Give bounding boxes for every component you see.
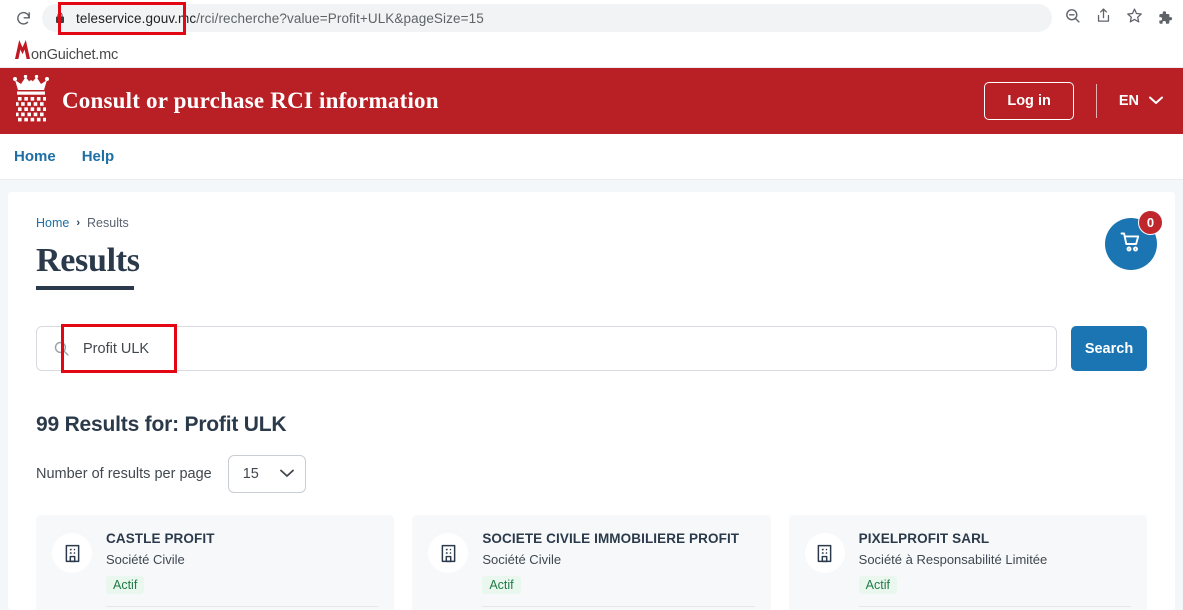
cart-count-badge: 0 [1138, 210, 1163, 235]
url-host: teleservice.gouv.mc [76, 10, 197, 26]
search-field[interactable] [36, 326, 1057, 371]
building-icon [52, 533, 92, 573]
result-card-body: SOCIETE CIVILE IMMOBILIERE PROFIT Sociét… [482, 531, 755, 607]
result-card-divider [482, 606, 755, 607]
browser-actions [1052, 7, 1143, 29]
per-page-select[interactable]: 15 [227, 455, 306, 493]
monguichet-logo[interactable]: onGuichet.mc [14, 40, 118, 63]
result-card-type: Société à Responsabilité Limitée [858, 552, 1048, 567]
result-card-divider [106, 606, 379, 607]
share-icon[interactable] [1095, 7, 1112, 29]
result-card[interactable]: PIXELPROFIT SARL Société à Responsabilit… [788, 515, 1147, 610]
per-page-value: 15 [242, 466, 259, 482]
breadcrumb-separator-icon: › [76, 217, 81, 229]
per-page-row: Number of results per page 15 [36, 455, 1147, 493]
page-title: Results [36, 242, 140, 279]
login-button[interactable]: Log in [984, 82, 1074, 120]
monguichet-m-mark-icon [14, 40, 31, 59]
chevron-down-icon [279, 466, 294, 482]
site-title: Consult or purchase RCI information [62, 88, 439, 113]
result-card-type: Société Civile [106, 552, 185, 567]
main-navigation: Home Help [0, 134, 1183, 180]
page-background: Home › Results Results 0 Profit ULK Sear… [0, 180, 1183, 610]
language-label: EN [1118, 93, 1139, 109]
results-grid: CASTLE PROFIT Société Civile Actif SOCIE… [36, 515, 1147, 610]
lock-icon [54, 11, 66, 25]
result-card-body: PIXELPROFIT SARL Société à Responsabilit… [858, 531, 1131, 607]
extensions-puzzle-icon[interactable] [1155, 9, 1173, 27]
nav-item-help[interactable]: Help [82, 148, 115, 165]
cart-widget: 0 [1105, 210, 1163, 270]
result-card[interactable]: CASTLE PROFIT Société Civile Actif [36, 515, 395, 610]
breadcrumb-current: Results [87, 216, 129, 230]
result-card-type: Société Civile [482, 552, 562, 567]
building-icon [804, 533, 845, 573]
page-title-underline [36, 286, 134, 290]
content-panel: Home › Results Results 0 Profit ULK Sear… [8, 192, 1175, 610]
address-bar[interactable]: teleservice.gouv.mc/rci/recherche?value=… [42, 4, 1052, 32]
result-card-status-badge: Actif [482, 576, 521, 594]
site-header: Consult or purchase RCI information Log … [0, 68, 1183, 134]
result-card-divider [858, 606, 1131, 607]
shopping-cart-icon [1119, 230, 1143, 259]
search-icon [53, 340, 70, 357]
monaco-crown-crest-icon [12, 74, 50, 127]
monguichet-wordmark: onGuichet.mc [31, 47, 119, 63]
language-selector[interactable]: EN [1119, 93, 1163, 109]
per-page-label: Number of results per page [36, 466, 212, 482]
result-card-name: CASTLE PROFIT [106, 531, 215, 546]
result-card-body: CASTLE PROFIT Société Civile Actif [106, 531, 379, 607]
breadcrumb: Home › Results [36, 216, 1147, 230]
url-path: /rci/recherche?value=Profit+ULK&pageSize… [196, 10, 484, 26]
result-card-status-badge: Actif [858, 576, 897, 594]
reload-icon[interactable] [10, 5, 36, 31]
url-text: teleservice.gouv.mc/rci/recherche?value=… [76, 11, 484, 26]
browser-toolbar: teleservice.gouv.mc/rci/recherche?value=… [0, 0, 1183, 36]
results-heading: 99 Results for: Profit ULK [36, 413, 287, 436]
header-divider [1095, 84, 1097, 118]
monguichet-brand-strip: onGuichet.mc [0, 36, 1183, 68]
result-card-name: SOCIETE CIVILE IMMOBILIERE PROFIT [482, 531, 740, 546]
chevron-down-icon [1149, 93, 1163, 109]
search-button[interactable]: Search [1071, 326, 1147, 371]
result-card[interactable]: SOCIETE CIVILE IMMOBILIERE PROFIT Sociét… [412, 515, 771, 610]
zoom-out-icon[interactable] [1064, 7, 1081, 29]
result-card-name: PIXELPROFIT SARL [858, 531, 990, 546]
breadcrumb-home-link[interactable]: Home [36, 216, 69, 230]
nav-item-home[interactable]: Home [14, 148, 56, 165]
search-row: Search [36, 324, 1147, 373]
header-actions: Log in EN [984, 82, 1163, 120]
search-input[interactable] [83, 340, 1040, 357]
building-icon [428, 533, 469, 573]
bookmark-star-icon[interactable] [1126, 7, 1143, 29]
result-card-status-badge: Actif [106, 576, 145, 594]
